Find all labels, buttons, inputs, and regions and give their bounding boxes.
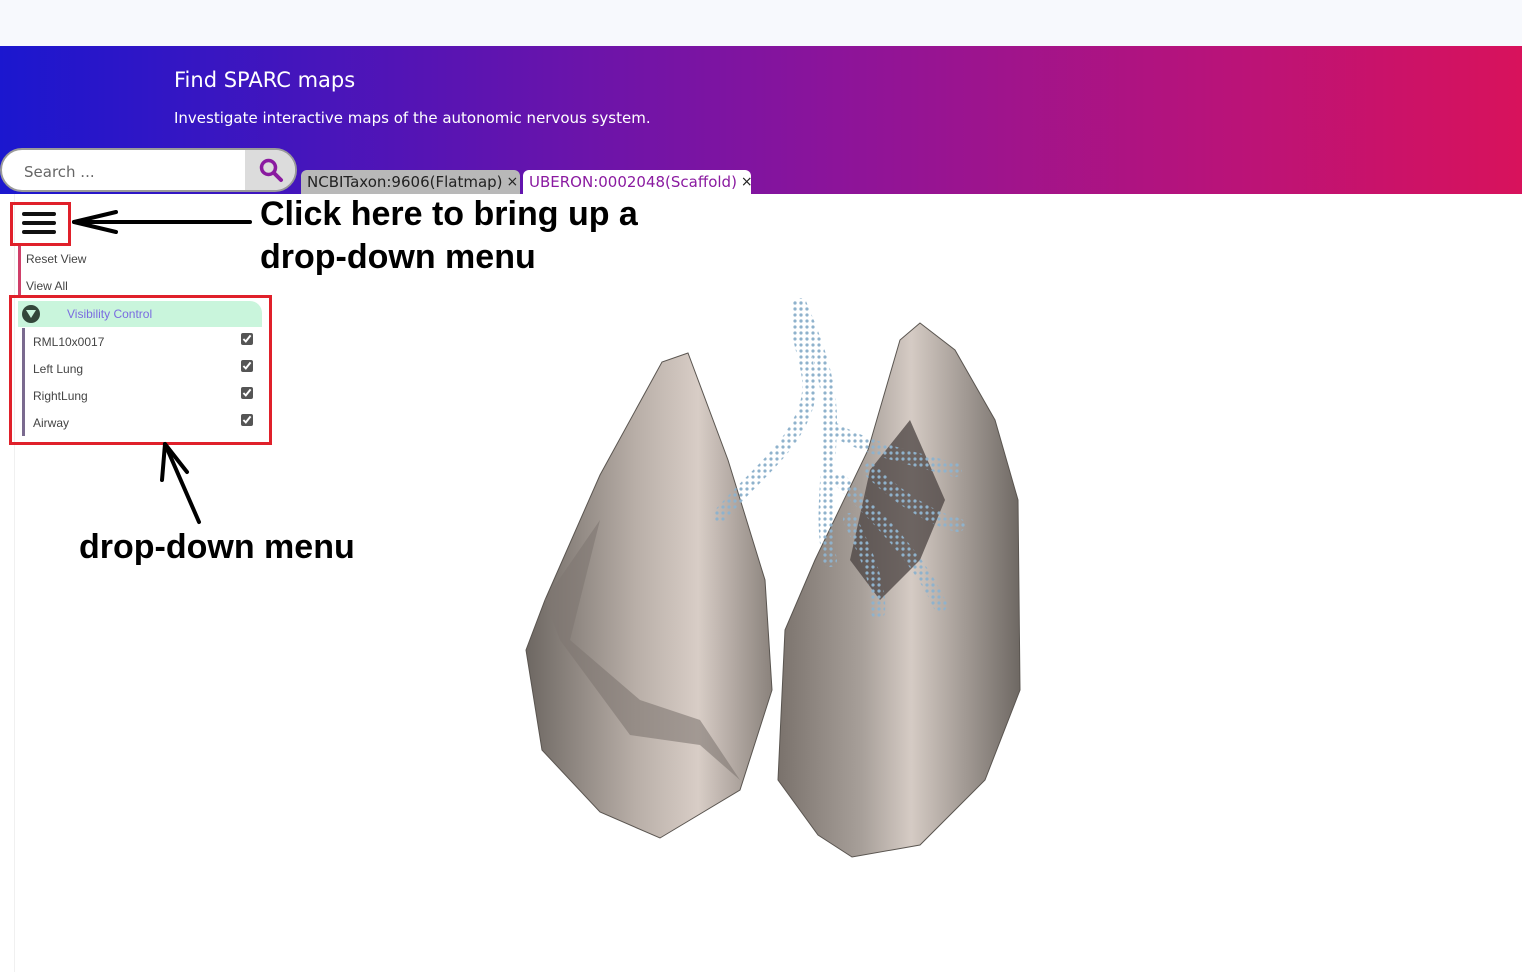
menu-callout: drop-down menu <box>79 528 355 566</box>
scaffold-viewer[interactable] <box>500 290 1040 870</box>
callout-line: Click here to bring up a <box>260 195 638 233</box>
arrow-to-menu <box>163 442 201 524</box>
callout-line: drop-down menu <box>260 238 536 276</box>
hamburger-callout: Click here to bring up a drop-down menu <box>260 193 638 279</box>
